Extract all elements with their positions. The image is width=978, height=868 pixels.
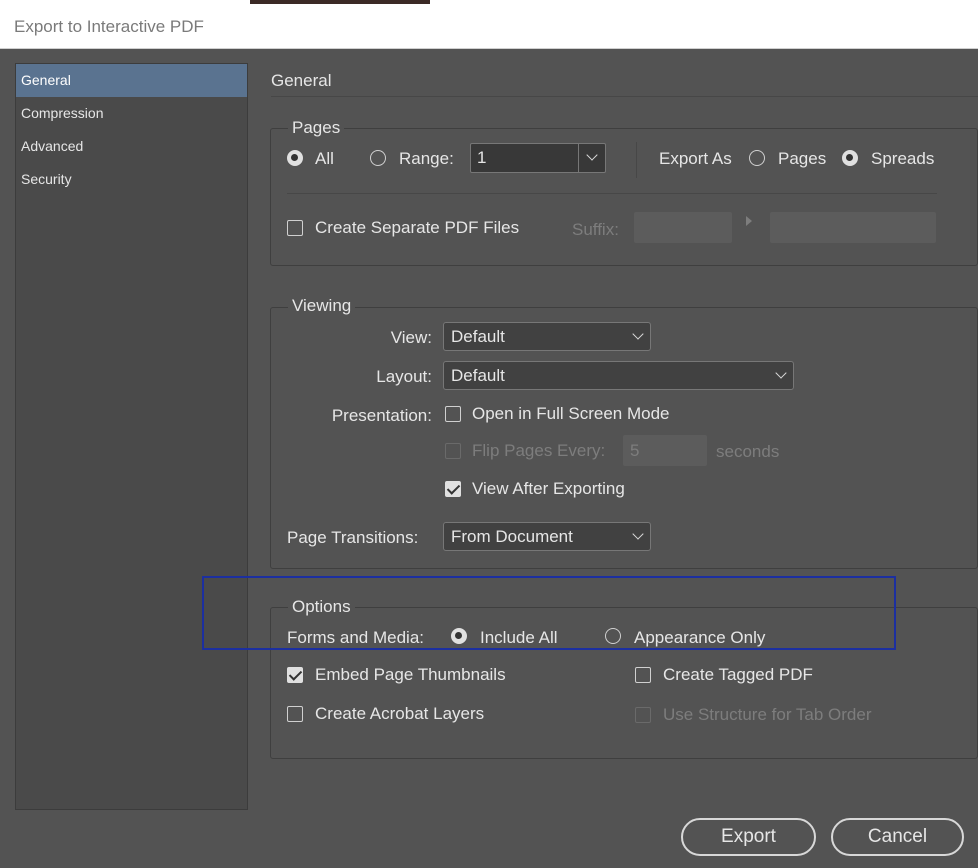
- viewing-legend: Viewing: [288, 296, 356, 316]
- sidebar-item-advanced[interactable]: Advanced: [16, 130, 247, 163]
- flip-pages-label: Flip Pages Every:: [472, 441, 606, 460]
- layout-select[interactable]: Default: [443, 361, 794, 390]
- export-as-spreads-label: Spreads: [871, 149, 935, 168]
- tagged-pdf-checkbox[interactable]: [635, 667, 651, 683]
- layout-label: Layout:: [376, 367, 432, 386]
- title-divider: [271, 96, 978, 97]
- chevron-down-icon: [632, 528, 644, 540]
- seconds-label: seconds: [716, 442, 780, 461]
- pages-range-radio[interactable]: [370, 150, 386, 166]
- layout-value: Default: [451, 366, 505, 385]
- tab-order-checkbox: [635, 707, 651, 723]
- fullscreen-label: Open in Full Screen Mode: [472, 404, 670, 423]
- embed-thumbnails-checkbox[interactable]: [287, 667, 303, 683]
- export-as-pages-radio[interactable]: [749, 150, 765, 166]
- acrobat-layers-checkbox[interactable]: [287, 706, 303, 722]
- view-after-checkbox[interactable]: [445, 481, 461, 497]
- title-bar: Export to Interactive PDF: [0, 4, 978, 49]
- sidebar-item-compression[interactable]: Compression: [16, 97, 247, 130]
- presentation-label: Presentation:: [331, 406, 432, 425]
- pages-all-radio[interactable]: [287, 150, 303, 166]
- flip-seconds-value: 5: [630, 441, 640, 460]
- page-transitions-value: From Document: [451, 527, 573, 546]
- tagged-pdf-label: Create Tagged PDF: [663, 665, 813, 684]
- pages-horizontal-divider: [287, 193, 937, 194]
- range-value: 1: [477, 148, 487, 167]
- tab-order-label: Use Structure for Tab Order: [663, 705, 872, 724]
- suffix-label: Suffix:: [572, 220, 619, 239]
- export-as-label: Export As: [659, 149, 732, 168]
- fullscreen-checkbox[interactable]: [445, 406, 461, 422]
- export-as-spreads-radio[interactable]: [842, 150, 858, 166]
- chevron-down-icon: [632, 328, 644, 340]
- acrobat-layers-label: Create Acrobat Layers: [315, 704, 485, 723]
- export-as-pages-label: Pages: [778, 149, 827, 168]
- sidebar-item-general[interactable]: General: [16, 64, 247, 97]
- sidebar: General Compression Advanced Security: [15, 63, 248, 810]
- export-button[interactable]: Export: [681, 818, 816, 856]
- chevron-down-icon[interactable]: [578, 144, 605, 172]
- window-title: Export to Interactive PDF: [14, 17, 204, 36]
- separate-pdf-checkbox[interactable]: [287, 220, 303, 236]
- flip-seconds-field: 5: [623, 435, 707, 466]
- suffix-field: [634, 212, 732, 243]
- page-transitions-label: Page Transitions:: [287, 528, 419, 547]
- pages-legend: Pages: [288, 118, 345, 138]
- sidebar-item-security[interactable]: Security: [16, 163, 247, 196]
- page-title: General: [271, 71, 332, 90]
- page-transitions-select[interactable]: From Document: [443, 522, 651, 551]
- embed-thumbnails-label: Embed Page Thumbnails: [315, 665, 506, 684]
- view-select[interactable]: Default: [443, 322, 651, 351]
- separate-pdf-label: Create Separate PDF Files: [315, 218, 520, 237]
- pages-range-label: Range:: [399, 149, 454, 168]
- flip-pages-checkbox: [445, 443, 461, 459]
- view-after-label: View After Exporting: [472, 479, 625, 498]
- view-label: View:: [390, 328, 432, 347]
- suffix-preview-field: [770, 212, 936, 243]
- pages-vertical-divider: [636, 142, 637, 178]
- pages-all-label: All: [315, 149, 334, 168]
- cancel-button[interactable]: Cancel: [831, 818, 964, 856]
- view-value: Default: [451, 327, 505, 346]
- chevron-down-icon: [775, 367, 787, 379]
- play-icon: [746, 216, 752, 226]
- range-combo[interactable]: 1: [470, 143, 606, 173]
- highlight-box: [202, 576, 896, 650]
